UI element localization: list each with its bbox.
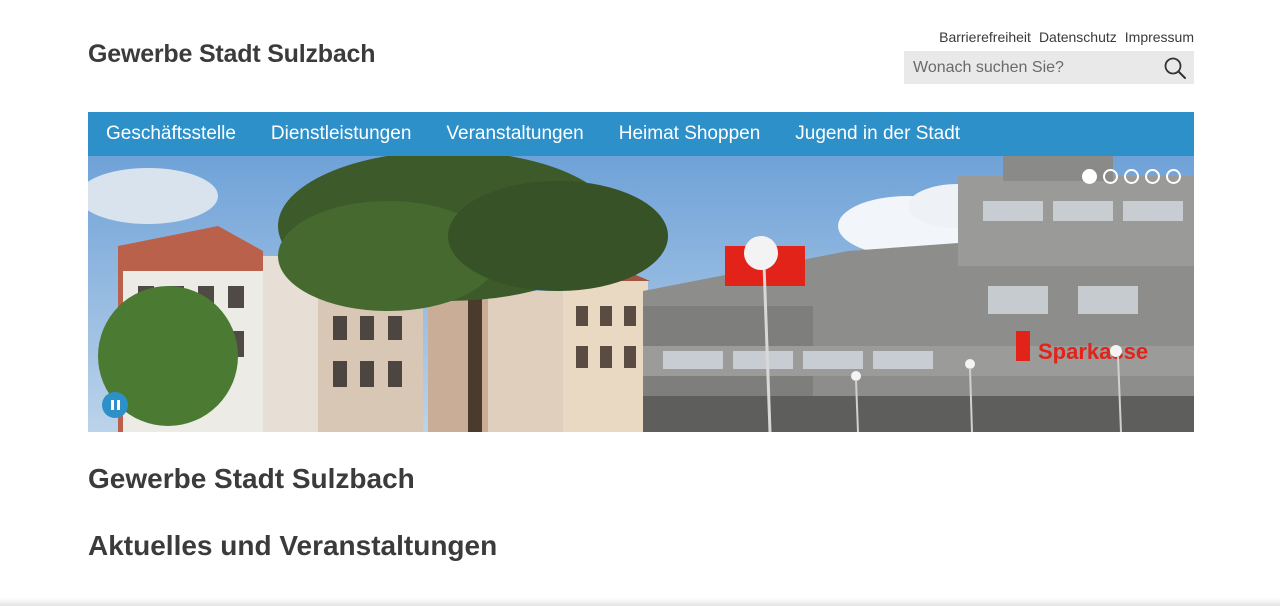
hero-image: Sparkasse <box>88 156 1194 432</box>
slider-pause-button[interactable] <box>102 392 128 418</box>
page-heading: Gewerbe Stadt Sulzbach <box>88 463 415 494</box>
search-button[interactable] <box>1162 55 1188 81</box>
slider-dot-4[interactable] <box>1145 169 1160 184</box>
search-box <box>904 51 1194 84</box>
search-icon <box>1164 57 1186 79</box>
main-navigation: Geschäftsstelle Dienstleistungen Veranst… <box>88 112 1194 156</box>
pause-icon <box>110 400 114 410</box>
meta-link-impressum[interactable]: Impressum <box>1125 29 1194 45</box>
slider-dot-2[interactable] <box>1103 169 1118 184</box>
pause-icon-bar <box>116 400 120 410</box>
site-title[interactable]: Gewerbe Stadt Sulzbach <box>88 40 376 69</box>
slider-dot-3[interactable] <box>1124 169 1139 184</box>
meta-link-barrierefreiheit[interactable]: Barrierefreiheit <box>939 29 1031 45</box>
nav-item-jugend-in-der-stadt[interactable]: Jugend in der Stadt <box>795 123 960 145</box>
nav-item-dienstleistungen[interactable]: Dienstleistungen <box>271 123 411 145</box>
search-input[interactable] <box>904 51 1154 84</box>
sparkasse-sign: Sparkasse <box>1038 339 1148 364</box>
page-bottom-shadow <box>0 598 1280 606</box>
slider-dot-5[interactable] <box>1166 169 1181 184</box>
hero-slider: Sparkasse <box>88 156 1194 432</box>
meta-links: Barrierefreiheit Datenschutz Impressum <box>939 29 1194 45</box>
nav-item-heimat-shoppen[interactable]: Heimat Shoppen <box>619 123 761 145</box>
news-heading: Aktuelles und Veranstaltungen <box>88 530 498 561</box>
meta-link-datenschutz[interactable]: Datenschutz <box>1039 29 1117 45</box>
slider-dot-1[interactable] <box>1082 169 1097 184</box>
slider-pagination <box>1082 169 1181 184</box>
nav-item-geschaeftsstelle[interactable]: Geschäftsstelle <box>106 123 236 145</box>
nav-item-veranstaltungen[interactable]: Veranstaltungen <box>446 123 583 145</box>
